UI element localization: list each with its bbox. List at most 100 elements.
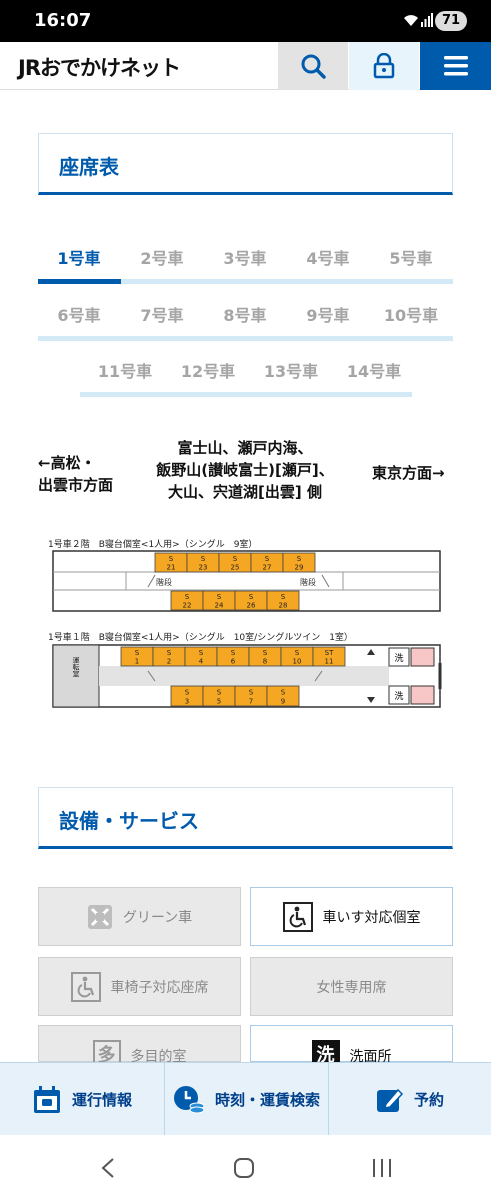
- seat-number: 9: [281, 698, 285, 706]
- seat-type: S: [263, 649, 268, 657]
- facility-label: 女性専用席: [316, 979, 387, 996]
- nav-reserve[interactable]: 予約: [329, 1063, 491, 1136]
- seat-type: S: [265, 555, 270, 563]
- status-bar: 16:07 71: [0, 0, 491, 42]
- seat-number: 21: [167, 564, 176, 572]
- direction-center-line2: 飯野山(讃岐富士)[瀬戸]、: [156, 461, 334, 479]
- seat-type: S: [295, 649, 300, 657]
- calendar-train-icon: [33, 1085, 60, 1113]
- tab-car-13[interactable]: 13号車: [250, 358, 332, 382]
- seat-number: 6: [231, 658, 236, 666]
- seat-number: 22: [183, 602, 192, 610]
- tab-underline: [121, 279, 453, 284]
- seat-number: 7: [249, 698, 253, 706]
- tab-car-11[interactable]: 11号車: [84, 358, 166, 382]
- nav-service-info[interactable]: 運行情報: [0, 1063, 164, 1136]
- tab-car-5[interactable]: 5号車: [370, 245, 452, 269]
- tab-car-14[interactable]: 14号車: [333, 358, 415, 382]
- direction-left-line2: 出雲市方面: [38, 476, 114, 494]
- seat-type: ST: [325, 649, 334, 657]
- login-button[interactable]: [349, 42, 419, 90]
- wash-label: 洗: [394, 690, 403, 702]
- seat-type: S: [249, 593, 254, 601]
- seat-type: S: [135, 649, 140, 657]
- tab-car-4[interactable]: 4号車: [287, 245, 369, 269]
- tab-car-2[interactable]: 2号車: [121, 245, 203, 269]
- seat-number: 25: [231, 564, 240, 572]
- facility-label: グリーン車: [122, 909, 193, 926]
- recents-icon[interactable]: [370, 1157, 394, 1179]
- nav-timetable-search[interactable]: 時刻・運賃検索: [165, 1063, 328, 1136]
- home-icon[interactable]: [232, 1156, 256, 1180]
- wash-label: 洗: [394, 652, 403, 664]
- wheelchair-icon: [282, 901, 313, 932]
- menu-button[interactable]: [420, 42, 491, 90]
- direction-center-line3: 大山、宍道湖[出雲] 側: [168, 483, 322, 501]
- site-logo-text: JRおでかけネット: [18, 56, 181, 80]
- seat-type: S: [233, 555, 238, 563]
- direction-center: 富士山、瀬戸内海、 飯野山(讃岐富士)[瀬戸]、 大山、宍道湖[出雲] 側: [130, 437, 360, 503]
- stairs-label: 階段: [300, 577, 316, 587]
- clock-coin-icon: [173, 1085, 205, 1113]
- search-button[interactable]: [278, 42, 348, 90]
- facility-wheelchair-seat: 車椅子対応座席: [38, 957, 241, 1016]
- tab-car-9[interactable]: 9号車: [287, 302, 369, 326]
- seat-type: S: [201, 555, 206, 563]
- seat-type: S: [281, 688, 286, 696]
- seat-type: S: [249, 688, 254, 696]
- toilet-icon: [410, 647, 435, 667]
- facility-women-only: 女性専用席: [250, 957, 453, 1016]
- tab-car-3[interactable]: 3号車: [204, 245, 286, 269]
- nav-label: 予約: [413, 1091, 444, 1109]
- facility-wheelchair-room: 車いす対応個室: [250, 887, 453, 946]
- tab-car-1[interactable]: 1号車: [38, 245, 120, 269]
- system-nav-bar: [0, 1135, 491, 1200]
- cab-label: 運転室: [72, 656, 80, 678]
- tab-car-12[interactable]: 12号車: [167, 358, 249, 382]
- seat-number: 5: [217, 698, 221, 706]
- facility-green-car: グリーン車: [38, 887, 241, 946]
- facility-multipurpose: 多 多目的室: [38, 1025, 241, 1068]
- seat-number: 26: [247, 602, 256, 610]
- tab-car-10[interactable]: 10号車: [370, 302, 452, 326]
- status-time: 16:07: [34, 10, 92, 31]
- site-logo[interactable]: JRおでかけネット: [18, 52, 181, 82]
- signal-icon: [421, 13, 433, 27]
- seat-number: 3: [185, 698, 189, 706]
- direction-center-line1: 富士山、瀬戸内海、: [177, 439, 313, 457]
- tab-car-8[interactable]: 8号車: [204, 302, 286, 326]
- tab-car-6[interactable]: 6号車: [38, 302, 120, 326]
- hamburger-icon: [443, 56, 468, 76]
- bottom-nav: 運行情報 時刻・運賃検索 予約: [0, 1062, 491, 1136]
- facility-washroom: 洗 洗面所: [250, 1025, 453, 1068]
- seat-type: S: [185, 593, 190, 601]
- seat-number: 27: [263, 564, 272, 572]
- seat-type: S: [297, 555, 302, 563]
- seat-number: 11: [325, 658, 334, 666]
- stairs-label: 階段: [156, 577, 172, 587]
- seat-type: S: [169, 555, 174, 563]
- seat-type: S: [199, 649, 204, 657]
- seat-number: 10: [293, 658, 302, 666]
- seat-type: S: [217, 688, 222, 696]
- nav-label: 運行情報: [71, 1091, 132, 1109]
- seat-number: 2: [167, 658, 171, 666]
- edit-icon: [376, 1088, 404, 1112]
- seat-number: 24: [215, 602, 224, 610]
- seat-number: 4: [199, 658, 204, 666]
- wifi-icon: [404, 15, 418, 26]
- seat-type: S: [167, 649, 172, 657]
- facilities-heading: 設備・サービス: [38, 787, 453, 849]
- tab-underline: [38, 336, 453, 341]
- direction-left: ←高松・ 出雲市方面: [38, 452, 113, 496]
- facility-label: 車椅子対応座席: [110, 979, 209, 996]
- seat-type: S: [231, 649, 236, 657]
- seat-number: 29: [295, 564, 304, 572]
- lock-icon: [373, 53, 395, 79]
- seat-type: S: [217, 593, 222, 601]
- back-icon[interactable]: [98, 1157, 118, 1179]
- toilet-icon: [410, 685, 435, 705]
- tab-car-7[interactable]: 7号車: [121, 302, 203, 326]
- corridor: [99, 666, 389, 686]
- seat-chart-title: 座席表: [59, 155, 119, 179]
